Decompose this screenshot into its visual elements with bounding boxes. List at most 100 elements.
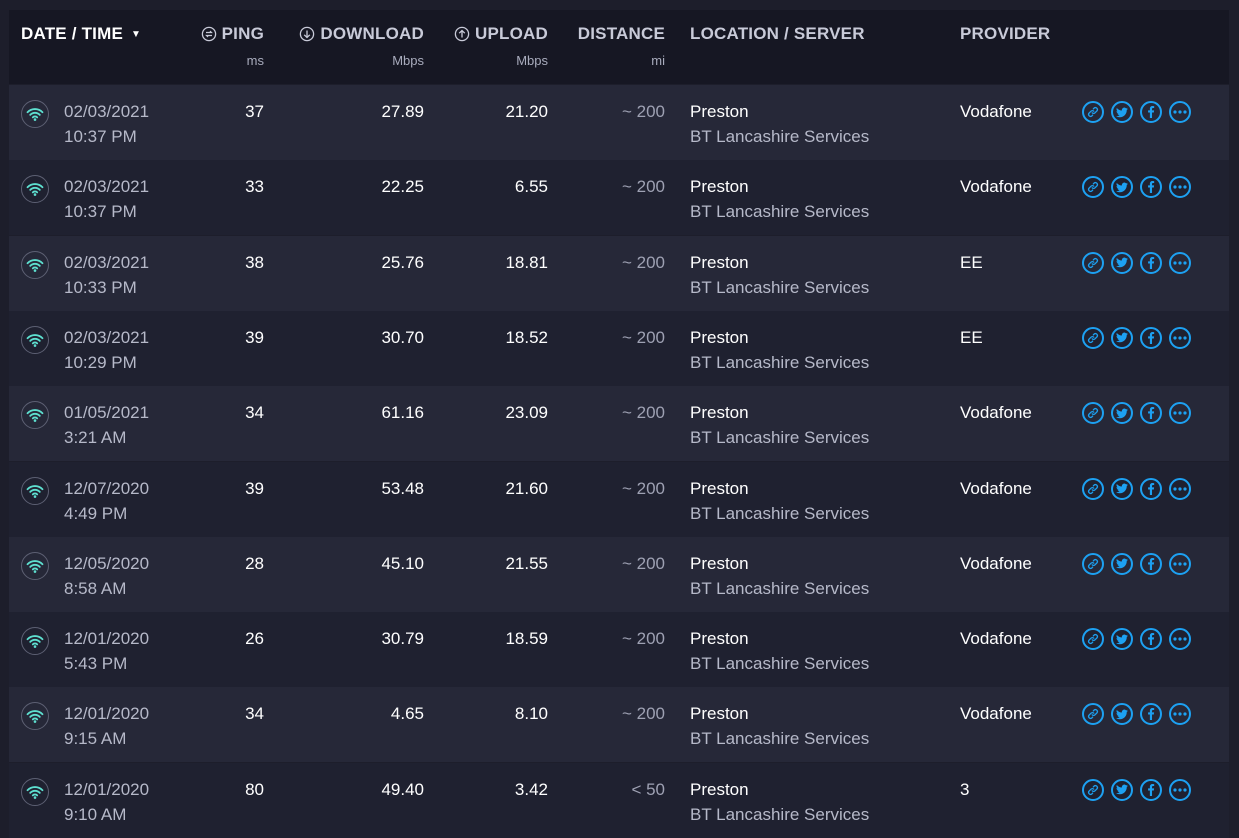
table-row[interactable]: 12/07/2020 4:49 PM 39 53.48 21.60 ~ 200 … [9, 461, 1229, 537]
table-row[interactable]: 12/01/2020 9:10 AM 80 49.40 3.42 < 50 Pr… [9, 762, 1229, 838]
ping-value: 39 [245, 327, 264, 347]
column-header-date-time[interactable]: DATE / TIME ▼ [21, 24, 141, 44]
twitter-icon[interactable] [1111, 477, 1133, 500]
date-time-cell: 02/03/2021 10:29 PM [64, 325, 149, 375]
facebook-icon[interactable] [1140, 703, 1162, 726]
upload-value: 21.20 [505, 102, 548, 121]
twitter-icon[interactable] [1111, 101, 1133, 123]
twitter-icon[interactable] [1111, 176, 1133, 199]
time-text: 8:58 AM [64, 578, 127, 598]
link-icon[interactable] [1082, 326, 1104, 349]
distance-value: ~ 200 [621, 553, 665, 573]
upload-unit: Mbps [516, 53, 548, 68]
distance-value: ~ 200 [621, 177, 665, 197]
facebook-icon[interactable] [1140, 101, 1162, 123]
location-cell: Preston BT Lancashire Services [690, 174, 869, 224]
column-header-download[interactable]: DOWNLOAD Mbps [279, 24, 424, 68]
distance-value: ~ 200 [621, 327, 665, 347]
twitter-icon[interactable] [1111, 251, 1133, 274]
facebook-icon[interactable] [1140, 326, 1162, 349]
facebook-icon[interactable] [1140, 176, 1162, 199]
facebook-icon[interactable] [1140, 552, 1162, 575]
more-icon[interactable] [1169, 703, 1191, 726]
city-text: Preston [690, 252, 749, 272]
column-header-ping[interactable]: PING ms [189, 24, 264, 68]
more-icon[interactable] [1169, 251, 1191, 274]
more-icon[interactable] [1169, 176, 1191, 199]
location-label: LOCATION / SERVER [690, 24, 865, 43]
more-icon[interactable] [1169, 402, 1191, 425]
provider-value: 3 [960, 779, 970, 799]
twitter-icon[interactable] [1111, 778, 1133, 801]
facebook-icon[interactable] [1140, 477, 1162, 500]
table-row[interactable]: 12/01/2020 9:15 AM 34 4.65 8.10 ~ 200 Pr… [9, 687, 1229, 763]
date-time-cell: 12/01/2020 5:43 PM [64, 626, 149, 676]
date-text: 02/03/2021 [64, 252, 150, 272]
time-text: 9:15 AM [64, 729, 127, 749]
provider-value: Vodafone [960, 629, 1032, 649]
more-icon[interactable] [1169, 778, 1191, 801]
city-text: Preston [690, 779, 749, 799]
download-value: 45.10 [381, 553, 424, 573]
date-time-cell: 12/07/2020 4:49 PM [64, 476, 149, 526]
table-row[interactable]: 02/03/2021 10:29 PM 39 30.70 18.52 ~ 200… [9, 310, 1229, 386]
twitter-icon[interactable] [1111, 628, 1133, 651]
facebook-icon[interactable] [1140, 628, 1162, 651]
location-cell: Preston BT Lancashire Services [690, 777, 869, 827]
share-actions [1082, 176, 1191, 199]
date-time-cell: 12/01/2020 9:10 AM [64, 777, 149, 827]
download-value: 53.48 [381, 478, 424, 498]
server-text: BT Lancashire Services [690, 352, 870, 372]
column-header-distance[interactable]: DISTANCE mi [565, 24, 665, 68]
column-header-upload[interactable]: UPLOAD Mbps [439, 24, 548, 68]
facebook-icon[interactable] [1140, 402, 1162, 425]
link-icon[interactable] [1082, 552, 1104, 575]
distance-value: ~ 200 [621, 252, 665, 272]
ping-value: 33 [245, 177, 264, 197]
twitter-icon[interactable] [1111, 703, 1133, 726]
link-icon[interactable] [1082, 176, 1104, 199]
city-text: Preston [690, 177, 749, 197]
wifi-icon [21, 702, 49, 731]
table-row[interactable]: 12/01/2020 5:43 PM 26 30.79 18.59 ~ 200 … [9, 612, 1229, 688]
table-row[interactable]: 01/05/2021 3:21 AM 34 61.16 23.09 ~ 200 … [9, 386, 1229, 462]
link-icon[interactable] [1082, 402, 1104, 425]
twitter-icon[interactable] [1111, 402, 1133, 425]
twitter-icon[interactable] [1111, 326, 1133, 349]
more-icon[interactable] [1169, 628, 1191, 651]
link-icon[interactable] [1082, 477, 1104, 500]
table-row[interactable]: 02/03/2021 10:33 PM 38 25.76 18.81 ~ 200… [9, 235, 1229, 311]
table-row[interactable]: 02/03/2021 10:37 PM 33 22.25 6.55 ~ 200 … [9, 160, 1229, 236]
server-text: BT Lancashire Services [690, 804, 870, 824]
share-actions [1082, 552, 1191, 575]
more-icon[interactable] [1169, 477, 1191, 500]
download-value: 27.89 [381, 102, 424, 121]
column-header-provider[interactable]: PROVIDER [960, 24, 1050, 44]
date-time-cell: 12/05/2020 8:58 AM [64, 551, 149, 601]
ping-value: 26 [245, 629, 264, 649]
more-icon[interactable] [1169, 552, 1191, 575]
provider-value: Vodafone [960, 704, 1032, 724]
more-icon[interactable] [1169, 326, 1191, 349]
facebook-icon[interactable] [1140, 778, 1162, 801]
ping-icon [201, 26, 216, 42]
sort-caret-icon[interactable]: ▼ [131, 29, 141, 40]
date-text: 12/01/2020 [64, 704, 150, 724]
facebook-icon[interactable] [1140, 251, 1162, 274]
more-icon[interactable] [1169, 101, 1191, 123]
time-text: 3:21 AM [64, 428, 127, 448]
wifi-icon [21, 250, 49, 279]
link-icon[interactable] [1082, 778, 1104, 801]
link-icon[interactable] [1082, 251, 1104, 274]
server-text: BT Lancashire Services [690, 428, 870, 448]
link-icon[interactable] [1082, 703, 1104, 726]
table-row[interactable]: 12/05/2020 8:58 AM 28 45.10 21.55 ~ 200 … [9, 536, 1229, 612]
table-row[interactable]: 02/03/2021 10:37 PM 37 27.89 21.20 ~ 200… [9, 85, 1229, 160]
link-icon[interactable] [1082, 628, 1104, 651]
column-header-location[interactable]: LOCATION / SERVER [690, 24, 865, 44]
provider-value: Vodafone [960, 403, 1032, 423]
link-icon[interactable] [1082, 101, 1104, 123]
share-actions [1082, 402, 1191, 425]
provider-value: EE [960, 327, 983, 347]
twitter-icon[interactable] [1111, 552, 1133, 575]
